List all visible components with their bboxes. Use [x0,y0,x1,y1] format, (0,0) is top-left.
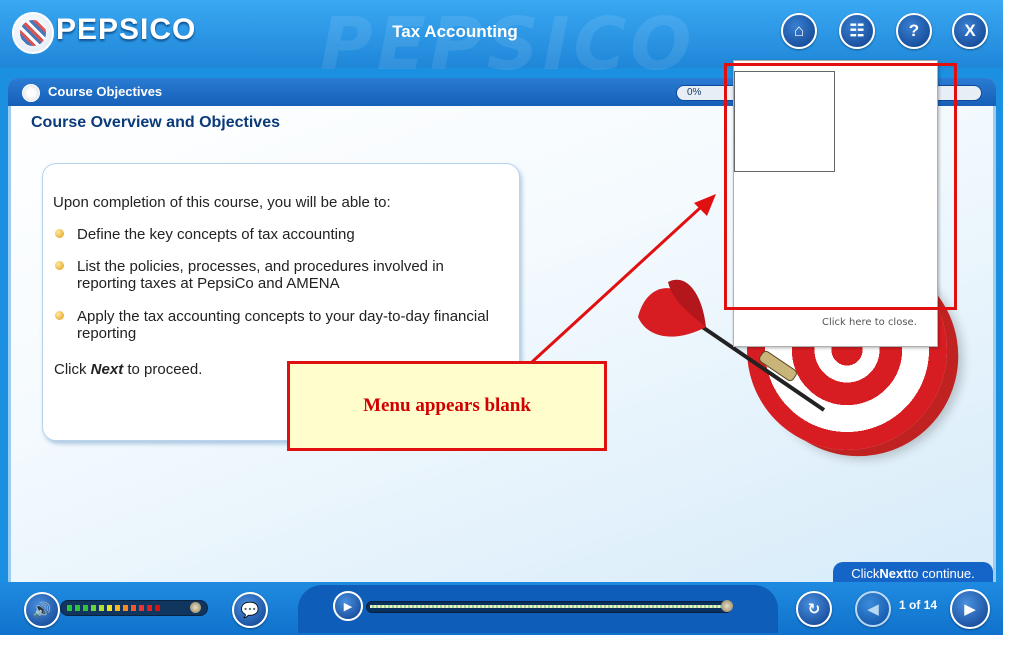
next-hint-prefix: Click [851,565,880,581]
next-hint: Click Next to continue. [833,562,993,584]
cta-next-word: Next [90,361,124,378]
volume-segment [147,605,152,611]
section-globe-icon [22,84,40,102]
volume-segment [123,605,128,611]
bullet-icon [55,229,64,238]
objective-text: List the policies, processes, and proced… [77,258,444,292]
back-button[interactable]: ◀ [855,591,891,627]
volume-segment [83,605,88,611]
exit-button[interactable]: X [952,13,988,49]
volume-segment [99,605,104,611]
volume-segment [155,605,160,611]
brand-watermark: PEPSICO [320,2,696,86]
volume-knob[interactable] [190,602,201,613]
volume-slider[interactable] [60,600,208,616]
objectives-intro: Upon completion of this course, you will… [53,194,391,211]
highlight-box [724,63,957,310]
home-button[interactable]: ⌂ [781,13,817,49]
brand-name: PEPSICO [56,13,197,46]
volume-segment [139,605,144,611]
section-label: Course Objectives [48,84,163,99]
help-button[interactable]: ? [896,13,932,49]
sitemap-icon: ☷ [849,21,865,40]
cta-suffix: to proceed. [123,361,203,378]
next-hint-bold: Next [879,565,908,581]
home-icon: ⌂ [793,21,805,40]
speaker-icon: 🔊 [32,601,52,619]
proceed-instruction: Click Next to proceed. [54,361,202,378]
play-pause-button[interactable]: ▶ [333,591,363,621]
sitemap-button[interactable]: ☷ [839,13,875,49]
pepsico-globe-logo [12,12,54,54]
play-icon: ▶ [343,599,353,613]
progress-label: 0% [687,87,702,98]
speech-bubble-icon: 💬 [240,601,260,619]
transcript-button[interactable]: 💬 [232,592,268,628]
next-button[interactable]: ▶ [950,589,990,629]
page-counter: 1 of 14 [899,598,938,612]
chevron-left-icon: ◀ [867,600,879,618]
audio-button[interactable]: 🔊 [24,592,60,628]
cta-prefix: Click [54,361,91,378]
help-icon: ? [908,21,920,40]
close-icon: X [964,21,976,40]
timeline-fill [370,605,726,608]
next-hint-suffix: to continue. [907,565,975,581]
course-player: PEPSICO PEPSICO Tax Accounting ⌂ ☷ ? X C… [0,0,1003,635]
timeline-knob[interactable] [721,600,733,612]
volume-segment [115,605,120,611]
replay-button[interactable]: ↻ [796,591,832,627]
objective-text: Apply the tax accounting concepts to you… [77,308,489,342]
header-bar: PEPSICO PEPSICO Tax Accounting ⌂ ☷ ? X [0,0,1003,86]
annotation-callout: Menu appears blank [287,361,607,451]
page-title: Course Overview and Objectives [31,114,280,131]
volume-segment [91,605,96,611]
bullet-icon [55,311,64,320]
chevron-right-icon: ▶ [964,600,976,618]
timeline-scrubber[interactable] [366,601,732,613]
volume-segment [107,605,112,611]
objective-text: Define the key concepts of tax accountin… [77,226,355,243]
replay-icon: ↻ [807,600,821,618]
volume-segment [131,605,136,611]
volume-segment [67,605,72,611]
menu-close-link[interactable]: Click here to close. [822,317,917,328]
volume-segment [75,605,80,611]
bullet-icon [55,261,64,270]
course-title: Tax Accounting [392,22,518,41]
